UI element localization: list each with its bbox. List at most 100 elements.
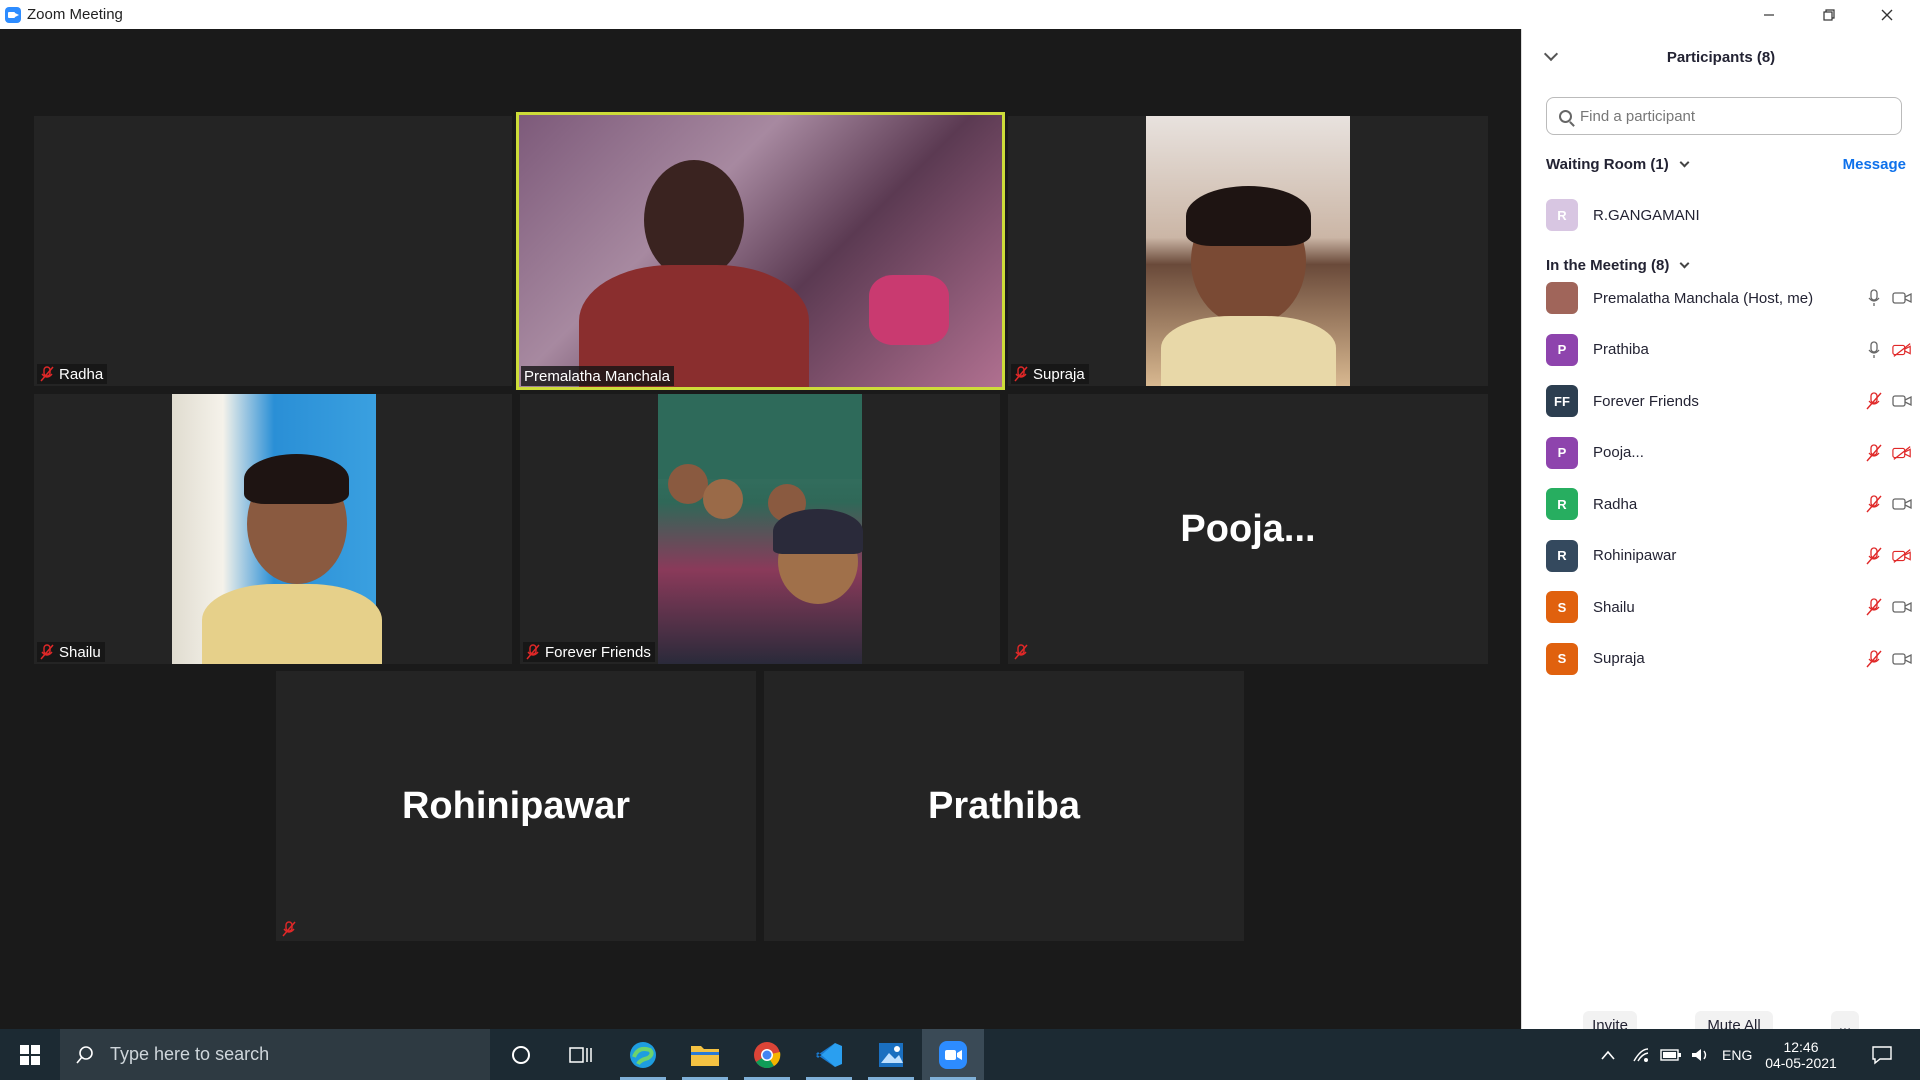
avatar: P: [1546, 333, 1578, 366]
participant-video: [1146, 116, 1350, 386]
vscode-button[interactable]: [798, 1029, 860, 1080]
microphone-icon[interactable]: [1864, 288, 1884, 308]
participant-name: Shailu: [1593, 598, 1635, 616]
battery-icon[interactable]: [1660, 1048, 1682, 1062]
mic-muted-icon: [40, 366, 54, 382]
clock-date: 04-05-2021: [1765, 1054, 1837, 1071]
mic-muted-icon: [526, 644, 540, 660]
video-tile-pooja[interactable]: Pooja...: [1008, 394, 1488, 664]
chevron-up-icon[interactable]: [1600, 1049, 1616, 1061]
camera-icon[interactable]: [1892, 597, 1912, 617]
video-tile-shailu[interactable]: Shailu: [34, 394, 512, 664]
name-tag: [279, 919, 305, 939]
participant-row[interactable]: P Prathiba: [1546, 333, 1912, 367]
restore-button[interactable]: [1800, 0, 1858, 29]
windows-taskbar: Type here to search ENG 12:46 04-05-2021: [0, 1029, 1920, 1080]
participant-name: Forever Friends: [1593, 392, 1699, 410]
avatar: R: [1546, 199, 1578, 231]
microphone-icon[interactable]: [1864, 340, 1884, 360]
microphone-muted-icon[interactable]: [1864, 597, 1884, 617]
volume-icon[interactable]: [1690, 1047, 1710, 1063]
cortana-button[interactable]: [490, 1029, 552, 1080]
avatar: S: [1546, 642, 1578, 675]
camera-icon[interactable]: [1892, 649, 1912, 669]
participant-row[interactable]: S Supraja: [1546, 642, 1912, 676]
waiting-participant-row[interactable]: R R.GANGAMANI: [1546, 198, 1912, 232]
cortana-circle-icon: [512, 1045, 530, 1064]
person-shape: [668, 464, 708, 504]
camera-off-icon[interactable]: [1892, 443, 1912, 463]
task-view-icon: [569, 1046, 592, 1063]
microphone-muted-icon[interactable]: [1864, 494, 1884, 514]
zoom-app-icon: [5, 6, 21, 23]
participant-name: Prathiba: [1593, 341, 1649, 358]
video-tile-premalatha[interactable]: Premalatha Manchala: [516, 112, 1005, 390]
person-shape: [1161, 316, 1336, 386]
avatar: S: [1546, 591, 1578, 623]
participant-row[interactable]: R Radha: [1546, 487, 1912, 521]
microphone-muted-icon[interactable]: [1864, 649, 1884, 669]
microphone-muted-icon[interactable]: [1864, 391, 1884, 411]
participant-search-input[interactable]: Find a participant: [1546, 97, 1902, 135]
camera-off-icon[interactable]: [1892, 340, 1912, 360]
participant-row[interactable]: Premalatha Manchala (Host, me): [1546, 281, 1912, 315]
camera-icon[interactable]: [1892, 494, 1912, 514]
microphone-muted-icon[interactable]: [1864, 443, 1884, 463]
clock-time: 12:46: [1783, 1038, 1819, 1055]
hair-shape: [1186, 186, 1311, 246]
microphone-muted-icon[interactable]: [1864, 546, 1884, 566]
participant-video: [519, 115, 1002, 387]
video-tile-radha[interactable]: Radha: [34, 116, 512, 386]
mic-muted-icon: [1014, 366, 1028, 382]
edge-browser-button[interactable]: [612, 1029, 674, 1080]
participant-row[interactable]: P Pooja...: [1546, 436, 1912, 470]
close-window-button[interactable]: [1858, 0, 1916, 29]
network-icon[interactable]: [1632, 1047, 1650, 1063]
participant-row[interactable]: S Shailu: [1546, 590, 1912, 624]
person-shape: [202, 584, 382, 664]
window-titlebar: Zoom Meeting: [0, 0, 1920, 29]
language-indicator[interactable]: ENG: [1722, 1047, 1752, 1063]
camera-off-icon[interactable]: [1892, 546, 1912, 566]
message-button[interactable]: Message: [1843, 156, 1906, 173]
participant-video: [658, 394, 863, 664]
video-tile-forever-friends[interactable]: Forever Friends: [520, 394, 1000, 664]
hat-shape: [773, 509, 863, 554]
file-explorer-button[interactable]: [674, 1029, 736, 1080]
participant-row[interactable]: FF Forever Friends: [1546, 384, 1912, 418]
zoom-taskbar-button[interactable]: [922, 1029, 984, 1080]
action-center-button[interactable]: [1862, 1029, 1902, 1080]
minimize-icon: [1764, 13, 1774, 16]
minimize-button[interactable]: [1740, 0, 1798, 29]
participant-name: Premalatha Manchala: [524, 367, 670, 385]
camera-icon[interactable]: [1892, 391, 1912, 411]
window-title: Zoom Meeting: [27, 6, 123, 23]
close-icon: [1881, 9, 1893, 20]
vscode-icon: [816, 1042, 842, 1067]
taskbar-search-box[interactable]: Type here to search: [60, 1029, 490, 1080]
avatar: FF: [1546, 385, 1578, 417]
photos-button[interactable]: [860, 1029, 922, 1080]
waiting-room-label: Waiting Room (1): [1546, 156, 1669, 173]
in-meeting-header[interactable]: In the Meeting (8): [1546, 257, 1690, 274]
waiting-room-header[interactable]: Waiting Room (1): [1546, 156, 1690, 173]
video-tile-prathiba[interactable]: Prathiba: [764, 671, 1244, 941]
camera-icon[interactable]: [1892, 288, 1912, 308]
avatar: [1546, 282, 1578, 314]
task-view-button[interactable]: [550, 1029, 612, 1080]
panel-header: Participants (8): [1522, 29, 1920, 86]
chrome-icon: [754, 1041, 781, 1068]
start-button[interactable]: [0, 1029, 60, 1080]
collapse-chevron-icon[interactable]: [1543, 46, 1559, 62]
name-tag: Supraja: [1011, 364, 1089, 384]
folder-icon: [691, 1045, 719, 1066]
clock[interactable]: 12:46 04-05-2021: [1760, 1029, 1842, 1080]
participant-row[interactable]: R Rohinipawar: [1546, 539, 1912, 573]
video-tile-supraja[interactable]: Supraja: [1008, 116, 1488, 386]
person-shape: [703, 479, 743, 519]
participant-name: Supraja: [1593, 650, 1645, 667]
name-tag: Radha: [37, 364, 108, 384]
video-tile-rohinipawar[interactable]: Rohinipawar: [276, 671, 756, 941]
panel-title: Participants (8): [1666, 49, 1776, 66]
chrome-button[interactable]: [736, 1029, 798, 1080]
